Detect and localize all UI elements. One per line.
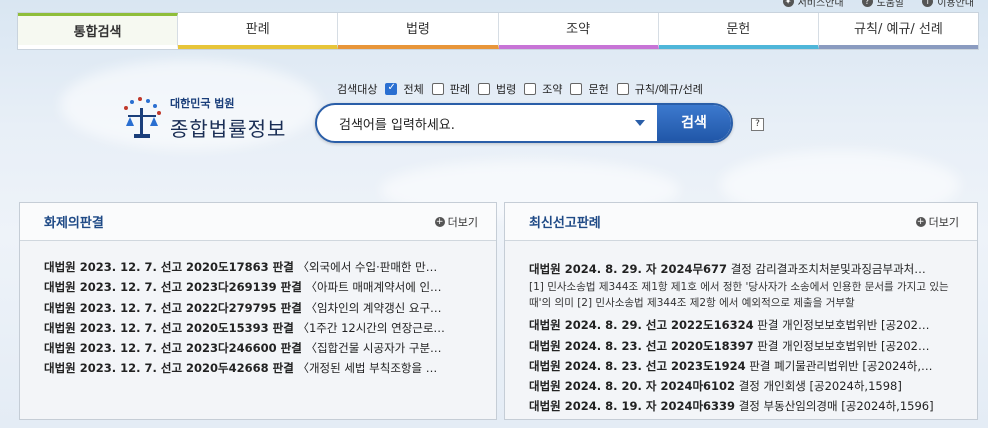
more-link[interactable]: + 더보기 [434, 214, 478, 230]
filter-precedent-checkbox[interactable] [431, 83, 444, 95]
search-help-icon[interactable]: ? [751, 118, 764, 131]
tab-integrated-search[interactable]: 통합검색 [18, 13, 179, 49]
list-item[interactable]: 대법원 2024. 8. 20. 자 2024마6102 결정 개인회생 [공2… [529, 376, 953, 396]
utility-links: ✦ 서비스안내 ? 도움말 i 이용안내 [782, 0, 974, 9]
site-logo[interactable]: 대한민국 법원 종합법률정보 [120, 95, 286, 142]
list-item[interactable]: 대법원 2024. 8. 29. 선고 2022도16324 판결 개인정보보호… [529, 315, 953, 335]
utility-link-help[interactable]: ? 도움말 [861, 0, 904, 9]
filter-treaty-checkbox[interactable] [524, 83, 537, 95]
tab-statutes[interactable]: 법령 [338, 13, 499, 49]
list-item[interactable]: 대법원 2023. 12. 7. 선고 2022다279795 판결 〈임차인의… [44, 298, 472, 318]
plus-icon: + [434, 216, 445, 227]
search-button[interactable]: 검색 [657, 105, 731, 141]
utility-link-service[interactable]: ✦ 서비스안내 [782, 0, 844, 9]
chevron-down-icon[interactable] [635, 120, 645, 126]
tab-precedents[interactable]: 판례 [178, 13, 339, 49]
list-item[interactable]: 대법원 2023. 12. 7. 선고 2023다246600 판결 〈집합건물… [44, 338, 472, 358]
filter-all-checkbox[interactable] [385, 82, 398, 95]
list-item[interactable]: 대법원 2023. 12. 7. 선고 2023다269139 판결 〈아파트 … [44, 277, 472, 297]
filter-literature-checkbox[interactable] [570, 83, 583, 95]
logo-court-name: 대한민국 법원 [170, 97, 235, 110]
panel-title: 최신선고판례 [529, 216, 601, 231]
filter-label: 검색대상 [337, 83, 378, 96]
help-icon: ? [861, 0, 873, 7]
plus-icon: + [915, 216, 926, 227]
search-input[interactable]: 검색어를 입력하세요. [317, 114, 635, 133]
filter-statute-checkbox[interactable] [477, 83, 490, 95]
list-item[interactable]: 대법원 2024. 8. 23. 선고 2020도18397 판결 개인정보보호… [529, 336, 953, 356]
list-item[interactable]: 대법원 2024. 8. 29. 자 2024무677 결정 감리결과조치처분및… [529, 259, 953, 279]
tab-treaties[interactable]: 조약 [498, 13, 659, 49]
list-item[interactable]: 대법원 2024. 8. 23. 선고 2023도1924 판결 폐기물관리법위… [529, 356, 953, 376]
list-item[interactable]: 대법원 2023. 12. 7. 선고 2020도15393 판결 〈1주간 1… [44, 318, 472, 338]
list-item[interactable]: 대법원 2024. 8. 19. 자 2024마6339 결정 부동산임의경매 … [529, 396, 953, 416]
search-target-filters: 검색대상 전체 판례 법령 조약 문헌 규칙/예규/선례 [337, 81, 703, 97]
tab-literature[interactable]: 문헌 [658, 13, 819, 49]
court-emblem-icon [120, 96, 164, 142]
latest-judgments-panel: 최신선고판례 + 더보기 대법원 2024. 8. 29. 자 2024무677 … [504, 202, 978, 420]
settings-icon: ✦ [782, 0, 794, 7]
more-link[interactable]: + 더보기 [915, 214, 959, 230]
list-item-summary: [1] 민사소송법 제344조 제1항 제1호 에서 정한 '당사자가 소송에서… [529, 281, 949, 310]
tab-rules[interactable]: 규칙/ 예규/ 선례 [818, 13, 979, 49]
filter-rules-checkbox[interactable] [616, 83, 629, 95]
trending-judgments-panel: 화제의판결 + 더보기 대법원 2023. 12. 7. 선고 2020도1786… [19, 202, 497, 420]
utility-link-guide[interactable]: i 이용안내 [922, 0, 974, 9]
category-tabs: 통합검색 판례 법령 조약 문헌 규칙/ 예규/ 선례 [17, 12, 979, 50]
logo-site-name: 종합법률정보 [170, 117, 287, 141]
search-box: 검색어를 입력하세요. 검색 [315, 103, 733, 143]
list-item[interactable]: 대법원 2023. 12. 7. 선고 2020두42668 판결 〈개정된 세… [44, 358, 472, 378]
guide-icon: i [922, 0, 934, 7]
panel-title: 화제의판결 [44, 216, 104, 231]
list-item[interactable]: 대법원 2023. 12. 7. 선고 2020도17863 판결 〈외국에서 … [44, 257, 472, 277]
